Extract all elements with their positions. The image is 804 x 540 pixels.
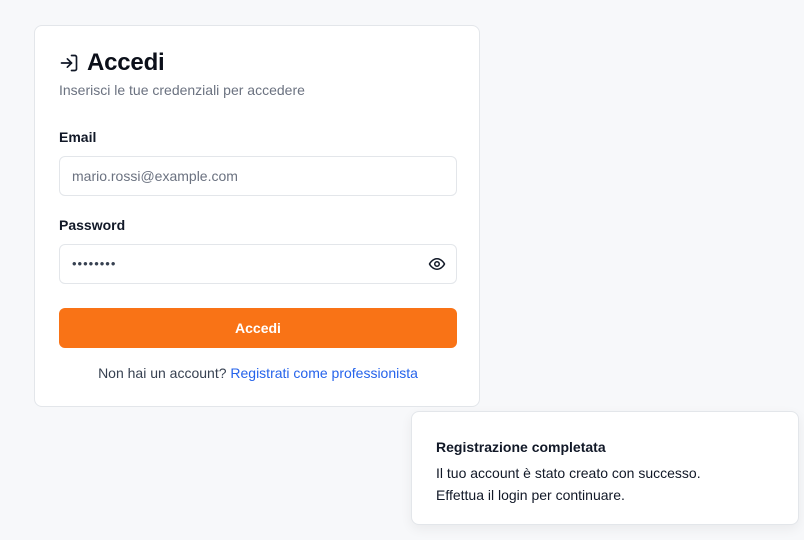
- password-field[interactable]: ••••••••: [59, 244, 457, 284]
- title-row: Accedi: [59, 48, 165, 78]
- page-subtitle: Inserisci le tue credenziali per acceder…: [59, 82, 305, 98]
- login-icon: [59, 53, 79, 73]
- toast-message: Il tuo account è stato creato con succes…: [436, 462, 776, 506]
- eye-icon[interactable]: [428, 255, 446, 273]
- success-toast: Registrazione completata Il tuo account …: [411, 411, 799, 525]
- login-button[interactable]: Accedi: [59, 308, 457, 348]
- email-field[interactable]: [60, 157, 456, 195]
- page-title: Accedi: [87, 49, 165, 76]
- password-label: Password: [59, 217, 126, 233]
- password-value: ••••••••: [72, 256, 117, 271]
- register-prompt: Non hai un account? Registrati come prof…: [35, 365, 481, 381]
- register-link[interactable]: Registrati come professionista: [230, 365, 418, 381]
- toast-title: Registrazione completata: [436, 439, 606, 455]
- email-label: Email: [59, 129, 97, 145]
- toast-message-line2: Effettua il login per continuare.: [436, 487, 625, 503]
- email-field-wrapper: [59, 156, 457, 196]
- toast-message-line1: Il tuo account è stato creato con succes…: [436, 465, 701, 481]
- login-card: Accedi Inserisci le tue credenziali per …: [34, 25, 480, 407]
- register-prompt-text: Non hai un account?: [98, 365, 227, 381]
